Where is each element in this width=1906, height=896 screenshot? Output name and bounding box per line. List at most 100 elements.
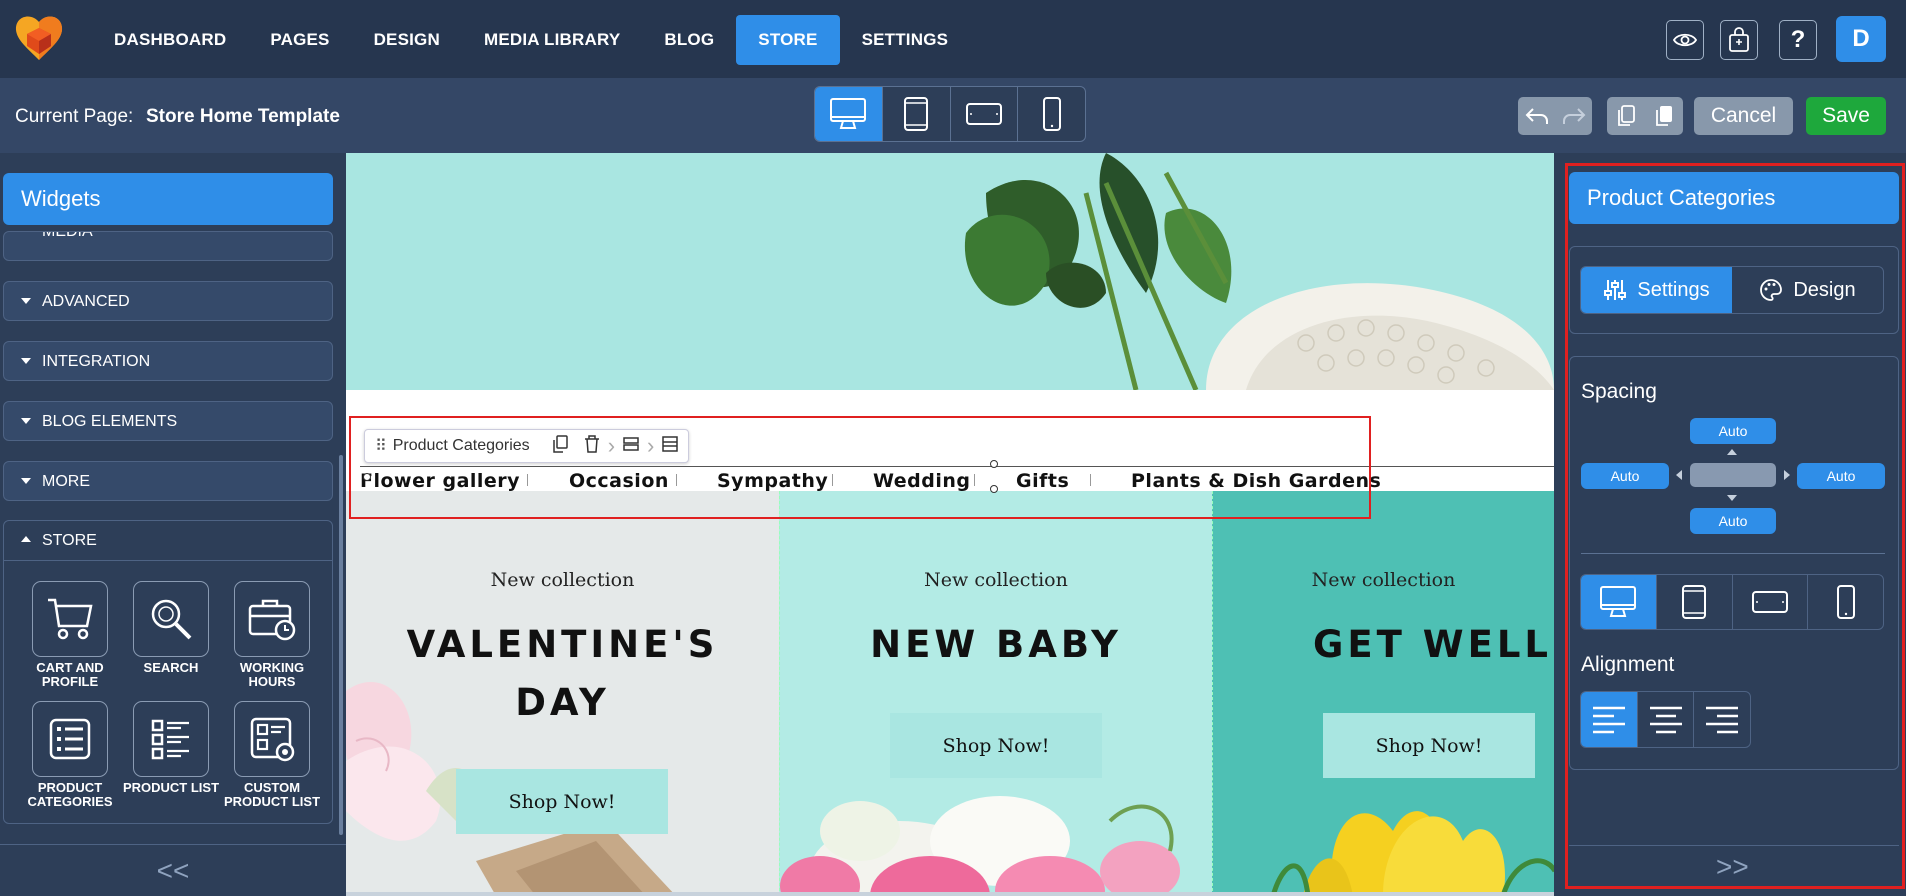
card-eyebrow: New collection [1311, 569, 1456, 591]
widget-label: PRODUCT CATEGORIES [27, 780, 113, 809]
undo-icon [1525, 108, 1548, 124]
section-label: INTEGRATION [42, 353, 151, 370]
card-title: GET WELL [1313, 623, 1553, 666]
collapse-panel-button[interactable]: << [0, 844, 346, 896]
shop-now-button[interactable]: Shop Now! [456, 769, 668, 834]
cancel-button[interactable]: Cancel [1694, 97, 1793, 135]
save-button[interactable]: Save [1806, 97, 1886, 135]
device-tablet-landscape[interactable] [951, 87, 1019, 141]
section-label: BLOG ELEMENTS [42, 413, 178, 430]
hero-image [346, 153, 1554, 390]
nav-design[interactable]: DESIGN [352, 15, 462, 65]
copy-icon [1618, 105, 1635, 126]
card-eyebrow: New collection [490, 569, 635, 591]
logo[interactable] [13, 14, 65, 62]
nav-media-library[interactable]: MEDIA LIBRARY [462, 15, 642, 65]
product-list-icon [151, 719, 189, 760]
current-page-name: Store Home Template [146, 106, 340, 127]
section-more[interactable]: MORE [3, 461, 333, 501]
section-media-label: MEDIA [42, 231, 93, 240]
widget-label: SEARCH [143, 660, 199, 675]
widget-cart-and-profile[interactable]: CART AND PROFILE [20, 581, 120, 689]
device-tablet[interactable] [883, 87, 951, 141]
question-icon: ? [1790, 26, 1806, 53]
panel-highlight-outline [1565, 163, 1905, 889]
store-bag-button[interactable] [1720, 20, 1758, 60]
copy-button[interactable] [1607, 97, 1645, 135]
tablet-landscape-icon [965, 103, 1002, 125]
resize-handle[interactable] [990, 460, 998, 468]
categories-icon [49, 718, 91, 760]
redo-icon [1562, 108, 1585, 124]
widget-search[interactable]: SEARCH [121, 581, 221, 675]
section-label: MORE [42, 473, 90, 490]
widget-custom-product-list[interactable]: CUSTOM PRODUCT LIST [222, 701, 322, 809]
eye-icon [1673, 33, 1697, 47]
current-page-label: Current Page: [15, 106, 134, 127]
section-label: STORE [42, 532, 97, 549]
selected-widget-outline [349, 416, 1371, 519]
card-title: VALENTINE'S DAY [406, 623, 719, 724]
section-media[interactable]: MEDIA [3, 231, 333, 261]
paste-button[interactable] [1645, 97, 1683, 135]
resize-handle[interactable] [363, 473, 371, 481]
widget-label: WORKING HOURS [239, 660, 305, 689]
custom-list-icon [250, 717, 295, 762]
caret-down-icon [21, 418, 31, 424]
shop-now-button[interactable]: Shop Now! [890, 713, 1102, 778]
briefcase-clock-icon [248, 599, 296, 641]
avatar[interactable]: D [1836, 16, 1886, 62]
help-button[interactable]: ? [1779, 20, 1817, 60]
collection-card-new-baby: New collection NEW BABY Shop Now! [779, 491, 1212, 896]
mobile-icon [1042, 97, 1061, 131]
card-flowers-image [780, 796, 1180, 896]
caret-down-icon [21, 358, 31, 364]
search-icon [151, 599, 192, 640]
nav-store[interactable]: STORE [736, 15, 840, 65]
undo-button[interactable] [1518, 97, 1555, 135]
collection-card-valentines: New collection VALENTINE'S DAY Shop Now! [346, 491, 779, 896]
widget-label: CART AND PROFILE [36, 660, 104, 689]
hero-flowers-image [346, 153, 1554, 390]
section-advanced[interactable]: ADVANCED [3, 281, 333, 321]
nav-blog[interactable]: BLOG [642, 15, 736, 65]
card-title: NEW BABY [870, 623, 1122, 666]
widget-working-hours[interactable]: WORKING HOURS [222, 581, 322, 689]
preview-button[interactable] [1666, 20, 1704, 60]
widget-label: CUSTOM PRODUCT LIST [223, 780, 321, 809]
collection-card-get-well: New collection GET WELL Shop Now! [1212, 491, 1554, 896]
widget-product-list[interactable]: PRODUCT LIST [121, 701, 221, 795]
caret-down-icon [21, 478, 31, 484]
shopping-bag-icon [1729, 27, 1749, 52]
paste-icon [1656, 106, 1672, 126]
page-canvas: ⠿ Product Categories › › Flower gallery … [346, 153, 1554, 896]
shop-now-button[interactable]: Shop Now! [1323, 713, 1535, 778]
device-desktop[interactable] [815, 87, 883, 141]
nav-dashboard[interactable]: DASHBOARD [92, 15, 248, 65]
editor-bar: Current Page: Store Home Template Cancel… [0, 78, 1906, 153]
desktop-icon [830, 98, 867, 129]
tablet-icon [904, 97, 929, 131]
device-mobile[interactable] [1018, 87, 1085, 141]
section-label: ADVANCED [42, 293, 130, 310]
card-eyebrow: New collection [924, 569, 1068, 591]
redo-button[interactable] [1555, 97, 1592, 135]
caret-down-icon [21, 298, 31, 304]
resize-handle[interactable] [990, 485, 998, 493]
nav-settings[interactable]: SETTINGS [840, 15, 971, 65]
section-store: STORE CART AND PROFILE SEARCH WORKING HO… [3, 520, 333, 824]
canvas-scrollbar[interactable] [346, 892, 1554, 896]
section-blog-elements[interactable]: BLOG ELEMENTS [3, 401, 333, 441]
card-flowers-image [1270, 811, 1554, 896]
widget-product-categories[interactable]: PRODUCT CATEGORIES [20, 701, 120, 809]
widgets-title: Widgets [3, 173, 333, 225]
section-integration[interactable]: INTEGRATION [3, 341, 333, 381]
clipboard-group [1607, 97, 1683, 135]
history-group [1518, 97, 1592, 135]
top-bar: DASHBOARD PAGES DESIGN MEDIA LIBRARY BLO… [0, 0, 1906, 78]
widget-label: PRODUCT LIST [122, 780, 220, 795]
section-store-header[interactable]: STORE [4, 521, 332, 561]
left-scrollbar[interactable] [339, 455, 343, 835]
nav-pages[interactable]: PAGES [248, 15, 351, 65]
caret-up-icon [21, 536, 31, 542]
